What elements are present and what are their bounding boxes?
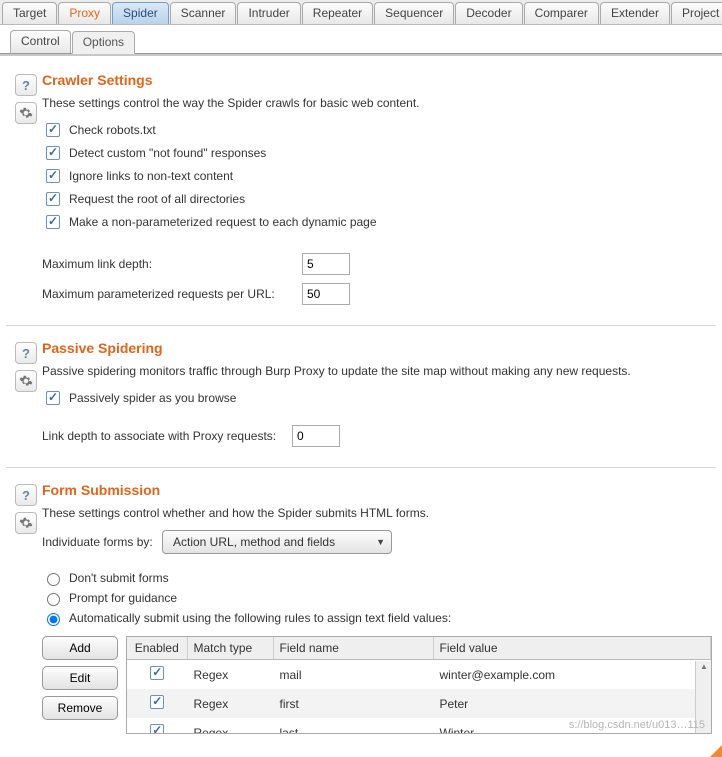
max-link-depth-label: Maximum link depth: <box>42 257 302 271</box>
check-ignore-nontext-label: Ignore links to non-text content <box>69 169 233 183</box>
check-passive-spider-label: Passively spider as you browse <box>69 391 236 405</box>
row-field-value: Winter <box>433 718 711 734</box>
passive-title: Passive Spidering <box>42 340 712 356</box>
remove-button[interactable]: Remove <box>42 696 118 720</box>
check-ignore-nontext[interactable] <box>46 169 60 183</box>
table-row[interactable]: Regexmailwinter@example.com <box>127 660 711 690</box>
form-title: Form Submission <box>42 482 712 498</box>
tab-target[interactable]: Target <box>2 2 57 24</box>
row-match-type: Regex <box>187 660 273 690</box>
row-enabled-checkbox[interactable] <box>150 695 164 709</box>
tab-comparer[interactable]: Comparer <box>524 2 599 24</box>
edit-button[interactable]: Edit <box>42 666 118 690</box>
row-field-value: Peter <box>433 689 711 718</box>
tab-spider[interactable]: Spider <box>112 2 169 24</box>
main-tab-bar: Target Proxy Spider Scanner Intruder Rep… <box>0 0 722 25</box>
check-notfound-label: Detect custom "not found" responses <box>69 146 266 160</box>
radio-dont-submit[interactable] <box>47 573 60 586</box>
tab-control[interactable]: Control <box>10 30 71 53</box>
th-enabled[interactable]: Enabled <box>127 637 187 660</box>
gear-icon[interactable] <box>15 512 37 534</box>
individuate-select-value: Action URL, method and fields <box>173 535 335 549</box>
check-request-root[interactable] <box>46 192 60 206</box>
check-passive-spider[interactable] <box>46 391 60 405</box>
check-robots-label: Check robots.txt <box>69 123 156 137</box>
gear-icon[interactable] <box>15 102 37 124</box>
individuate-label: Individuate forms by: <box>42 535 162 549</box>
form-rules-table[interactable]: Enabled Match type Field name Field valu… <box>126 636 712 734</box>
sub-tab-bar: Control Options <box>0 28 722 54</box>
tab-decoder[interactable]: Decoder <box>455 2 522 24</box>
radio-prompt[interactable] <box>47 593 60 606</box>
max-param-input[interactable] <box>302 283 350 305</box>
table-row[interactable]: RegexfirstPeter <box>127 689 711 718</box>
row-field-name: first <box>273 689 433 718</box>
tab-repeater[interactable]: Repeater <box>302 2 373 24</box>
check-nonparam-label: Make a non-parameterized request to each… <box>69 215 377 229</box>
check-robots[interactable] <box>46 123 60 137</box>
help-icon[interactable]: ? <box>15 342 37 364</box>
th-field-value[interactable]: Field value <box>433 637 711 660</box>
tab-project-options[interactable]: Project options <box>671 2 722 24</box>
help-icon[interactable]: ? <box>15 484 37 506</box>
row-field-name: last <box>273 718 433 734</box>
max-param-label: Maximum parameterized requests per URL: <box>42 287 302 301</box>
row-enabled-checkbox[interactable] <box>150 666 164 680</box>
th-field-name[interactable]: Field name <box>273 637 433 660</box>
passive-desc: Passive spidering monitors traffic throu… <box>42 364 712 378</box>
th-match-type[interactable]: Match type <box>187 637 273 660</box>
radio-prompt-label: Prompt for guidance <box>69 591 177 605</box>
tab-scanner[interactable]: Scanner <box>170 2 237 24</box>
row-field-name: mail <box>273 660 433 690</box>
passive-depth-label: Link depth to associate with Proxy reque… <box>42 429 292 443</box>
tab-options[interactable]: Options <box>72 31 135 54</box>
individuate-select[interactable]: Action URL, method and fields ▼ <box>162 530 392 554</box>
tab-sequencer[interactable]: Sequencer <box>374 2 454 24</box>
resize-handle-icon[interactable] <box>710 745 722 757</box>
crawler-title: Crawler Settings <box>42 72 712 88</box>
section-form-submission: ? Form Submission These settings control… <box>6 474 716 750</box>
row-enabled-checkbox[interactable] <box>150 724 164 734</box>
form-desc: These settings control whether and how t… <box>42 506 712 520</box>
check-notfound[interactable] <box>46 146 60 160</box>
chevron-down-icon: ▼ <box>376 537 385 547</box>
max-link-depth-input[interactable] <box>302 253 350 275</box>
scrollbar[interactable] <box>695 661 711 733</box>
section-passive-spidering: ? Passive Spidering Passive spidering mo… <box>6 332 716 468</box>
row-match-type: Regex <box>187 718 273 734</box>
crawler-desc: These settings control the way the Spide… <box>42 96 712 110</box>
radio-auto-submit[interactable] <box>47 613 60 626</box>
help-icon[interactable]: ? <box>15 74 37 96</box>
tab-proxy[interactable]: Proxy <box>58 2 111 24</box>
passive-depth-input[interactable] <box>292 425 340 447</box>
tab-extender[interactable]: Extender <box>600 2 670 24</box>
check-request-root-label: Request the root of all directories <box>69 192 245 206</box>
table-row[interactable]: RegexlastWinter <box>127 718 711 734</box>
row-match-type: Regex <box>187 689 273 718</box>
gear-icon[interactable] <box>15 370 37 392</box>
radio-dont-submit-label: Don't submit forms <box>69 571 169 585</box>
check-nonparam[interactable] <box>46 215 60 229</box>
row-field-value: winter@example.com <box>433 660 711 690</box>
tab-intruder[interactable]: Intruder <box>237 2 300 24</box>
radio-auto-submit-label: Automatically submit using the following… <box>69 611 451 625</box>
section-crawler-settings: ? Crawler Settings These settings contro… <box>6 64 716 326</box>
add-button[interactable]: Add <box>42 636 118 660</box>
